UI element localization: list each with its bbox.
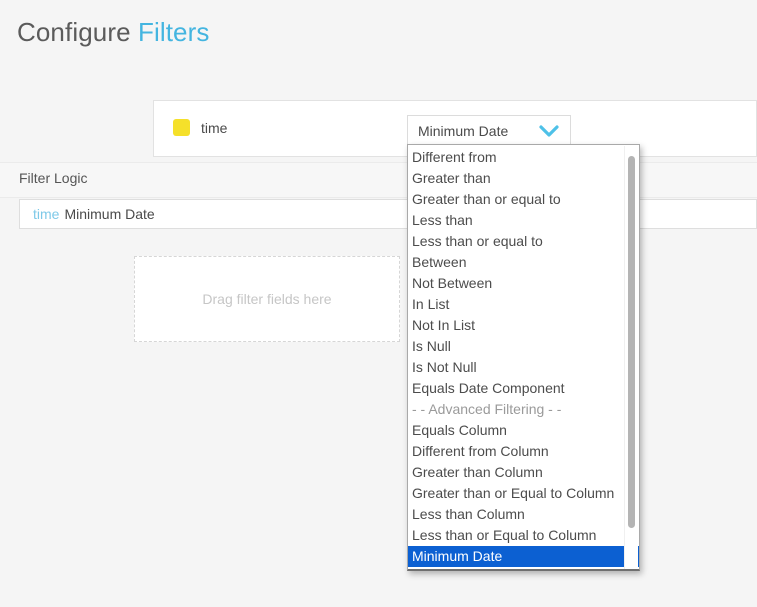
dropdown-item[interactable]: Less than xyxy=(408,210,639,231)
operator-dropdown-list: Different from Greater than Greater than o… xyxy=(408,147,639,567)
filter-logic-input[interactable]: time Minimum Date xyxy=(19,199,757,229)
dropdown-scrollbar-thumb[interactable] xyxy=(628,156,635,528)
dropdown-item[interactable]: In List xyxy=(408,294,639,315)
operator-select-value: Minimum Date xyxy=(418,123,509,139)
dropdown-item[interactable]: Is Not Null xyxy=(408,357,639,378)
dropdown-item[interactable]: Is Null xyxy=(408,336,639,357)
page-title-primary: Configure xyxy=(17,17,131,47)
dropdown-item[interactable]: Not In List xyxy=(408,315,639,336)
dropdown-item[interactable]: Greater than Column xyxy=(408,462,639,483)
dropdown-item[interactable]: Less than or equal to xyxy=(408,231,639,252)
page-title: Configure Filters xyxy=(17,17,209,48)
filter-field-label: time xyxy=(201,119,228,136)
dropdown-scrollbar-track[interactable] xyxy=(624,146,638,569)
field-color-swatch-icon xyxy=(173,119,190,136)
dropdown-item[interactable]: Greater than or Equal to Column xyxy=(408,483,639,504)
dropzone-placeholder: Drag filter fields here xyxy=(202,291,332,307)
operator-dropdown-menu[interactable]: Different from Greater than Greater than o… xyxy=(407,144,640,571)
filter-fields-dropzone[interactable]: Drag filter fields here xyxy=(134,256,400,342)
dropdown-item[interactable]: Greater than or equal to xyxy=(408,189,639,210)
filter-field[interactable]: time xyxy=(173,119,227,136)
dropdown-item[interactable]: Equals Column xyxy=(408,420,639,441)
dropdown-item-selected[interactable]: Minimum Date xyxy=(408,546,639,567)
operator-select-trigger[interactable]: Minimum Date xyxy=(407,115,571,147)
dropdown-item[interactable]: Not Between xyxy=(408,273,639,294)
filter-logic-expression-rest: Minimum Date xyxy=(64,206,155,222)
page-title-accent: Filters xyxy=(137,17,210,47)
dropdown-item[interactable]: Less than or Equal to Column xyxy=(408,525,639,546)
chevron-down-icon xyxy=(539,125,559,137)
dropdown-item[interactable]: Greater than xyxy=(408,168,639,189)
dropdown-item[interactable]: Between xyxy=(408,252,639,273)
dropdown-item: - - Advanced Filtering - - xyxy=(412,401,562,417)
filter-logic-label: Filter Logic xyxy=(19,170,88,186)
filter-logic-band xyxy=(0,162,757,198)
dropdown-item[interactable]: Less than Column xyxy=(408,504,639,525)
filter-logic-field-token: time xyxy=(33,206,60,222)
dropdown-item[interactable]: Different from Column xyxy=(408,441,639,462)
dropdown-item[interactable]: Equals Date Component xyxy=(408,378,639,399)
dropdown-item[interactable]: Different from xyxy=(408,147,639,168)
